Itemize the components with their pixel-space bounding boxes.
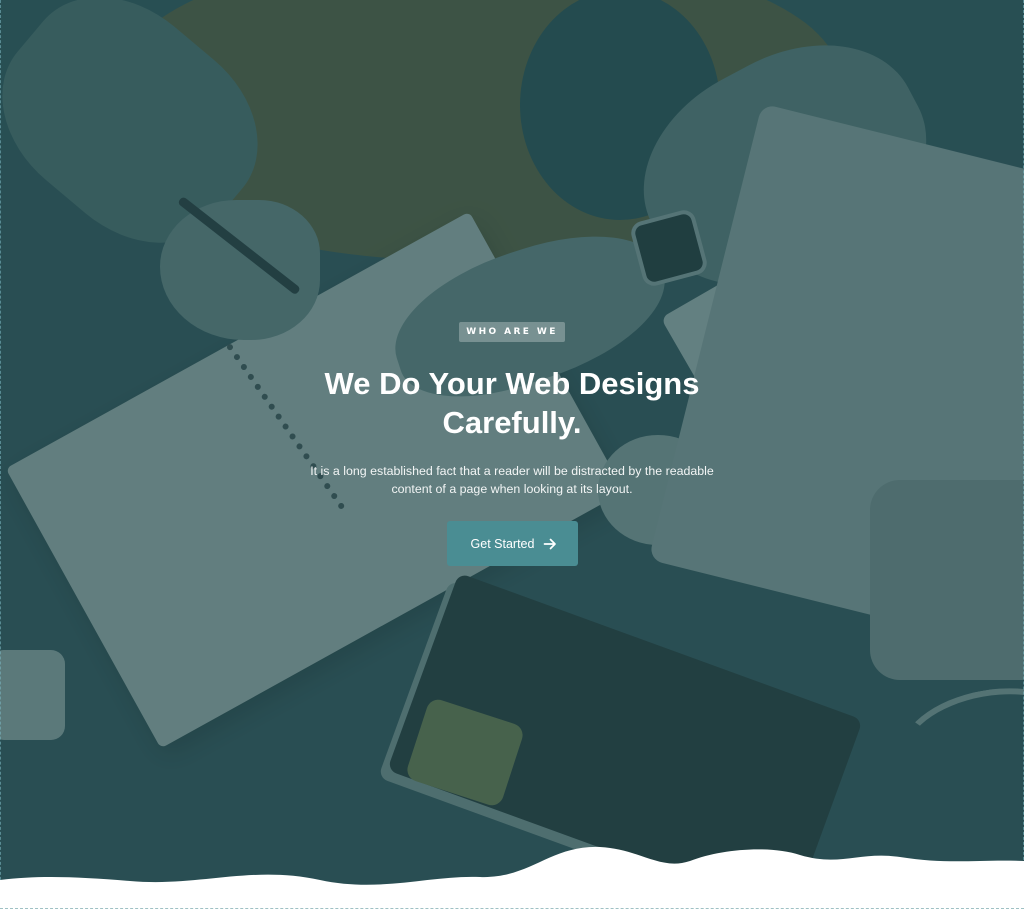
- get-started-button-label: Get Started: [470, 536, 535, 551]
- hero-section: WHO ARE WE We Do Your Web Designs Carefu…: [0, 0, 1024, 915]
- bottom-wave-divider: [0, 846, 1024, 915]
- get-started-button[interactable]: Get Started: [446, 521, 578, 566]
- hero-headline: We Do Your Web Designs Carefully.: [262, 364, 762, 442]
- arrow-right-icon: [543, 537, 557, 551]
- hero-headline-line-2: Carefully.: [442, 405, 582, 440]
- hero-content: WHO ARE WE We Do Your Web Designs Carefu…: [262, 321, 762, 566]
- bottom-dashed-guide: [0, 908, 1024, 909]
- hero-description: It is a long established fact that a rea…: [310, 464, 714, 496]
- section-eyebrow-badge: WHO ARE WE: [459, 322, 565, 342]
- hero-headline-line-1: We Do Your Web Designs: [324, 366, 700, 401]
- left-edge-guide: [0, 0, 1, 915]
